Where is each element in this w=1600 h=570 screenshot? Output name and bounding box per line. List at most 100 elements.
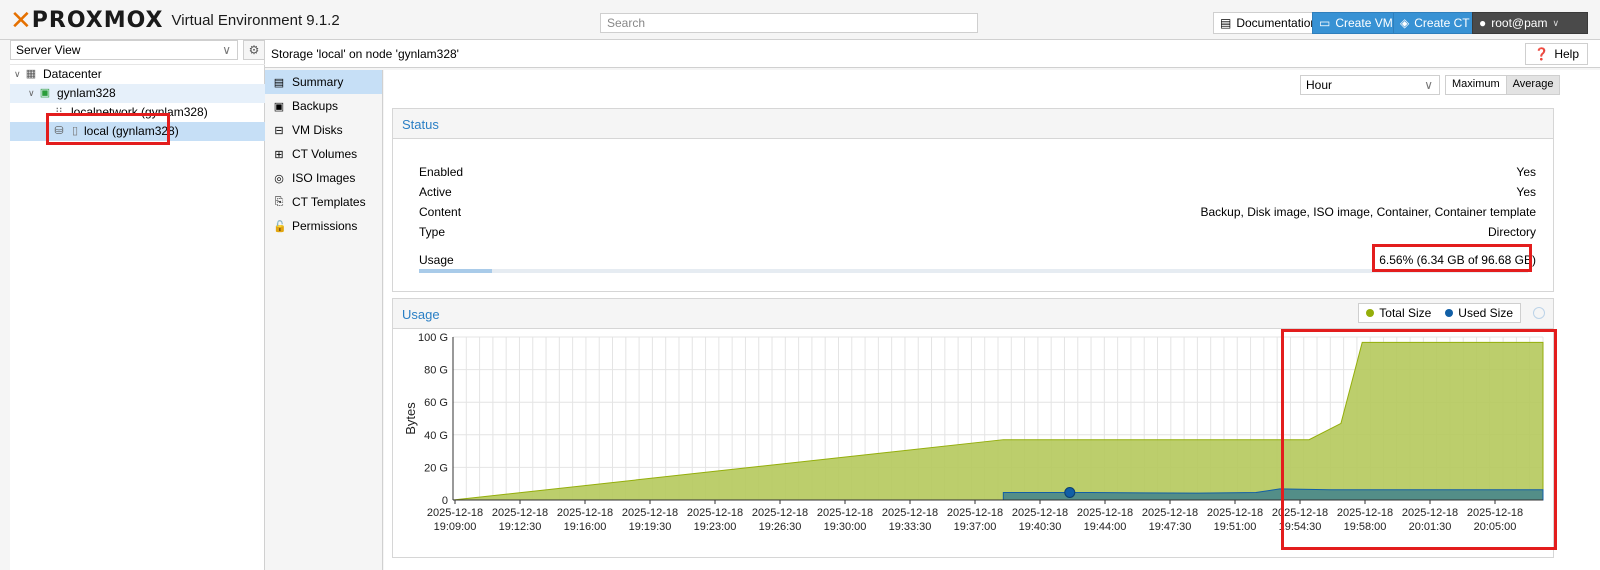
summary-content: Hour ∨ Maximum Average Status Enabled Yes… (384, 70, 1600, 570)
x-tick-label-time: 19:16:00 (564, 521, 607, 533)
usage-chart: 0 20 G 40 G 60 G 80 G 100 G Bytes 2025-12-18 19:… (403, 332, 1544, 533)
y-axis-label: Bytes (403, 402, 418, 435)
create-vm-button[interactable]: ▭ Create VM (1312, 12, 1400, 34)
x-tick-label-date: 2025-12-18 (687, 507, 743, 519)
timeframe-select[interactable]: Hour ∨ (1300, 75, 1440, 95)
x-tick-label-date: 2025-12-18 (947, 507, 1003, 519)
nav-permissions[interactable]: 🔓 Permissions (265, 214, 382, 238)
x-tick-label-date: 2025-12-18 (1337, 507, 1393, 519)
x-tick-label-date: 2025-12-18 (1207, 507, 1263, 519)
tree-item-datacenter[interactable]: ∨ ▦ Datacenter (10, 65, 265, 84)
x-tick-label-time: 19:44:00 (1084, 521, 1127, 533)
x-tick-label-date: 2025-12-18 (1142, 507, 1198, 519)
maximum-button[interactable]: Maximum (1446, 76, 1506, 94)
tree-item-node[interactable]: ∨ ▣ gynlam328 (10, 84, 265, 103)
x-tick-label-date: 2025-12-18 (427, 507, 483, 519)
x-tick-label-time: 19:12:30 (499, 521, 542, 533)
summary-toolbar: Hour ∨ Maximum Average (384, 70, 1600, 104)
legend-used-size[interactable]: Used Size (1438, 304, 1520, 322)
x-tick-label-time: 19:40:30 (1019, 521, 1062, 533)
usage-chart-panel: Usage Total Size Used Size 0 20 G 40 G 60 G… (392, 298, 1554, 558)
x-tick-label-date: 2025-12-18 (1012, 507, 1068, 519)
top-bar: ✕ PROXMOX Virtual Environment 9.1.2 Sear… (0, 0, 1600, 40)
expand-arrow-icon: ∨ (14, 69, 21, 79)
nav-vm-disks[interactable]: ⊟ VM Disks (265, 118, 382, 142)
x-tick-label-time: 19:37:00 (954, 521, 997, 533)
book-icon: ▤ (273, 76, 285, 89)
storage-icon: ▯ (71, 125, 79, 137)
disc-icon: ◎ (274, 172, 284, 185)
usage-progress-fill (419, 269, 492, 273)
search-input[interactable]: Search (600, 13, 978, 33)
status-row-usage: Usage 6.56% (6.34 GB of 96.68 GB) (419, 253, 1536, 267)
proxmox-logo-icon: ✕ (10, 6, 32, 36)
resource-tree-panel: Server View ∨ ⚙ ∨ ▦ Datacenter ∨ ▣ gynla… (10, 40, 265, 570)
gear-icon[interactable]: ⚙ (243, 40, 265, 60)
x-tick-label-time: 19:26:30 (759, 521, 802, 533)
chart-toggle-circle-icon[interactable] (1533, 307, 1545, 319)
x-tick-label-time: 19:23:00 (694, 521, 737, 533)
server-rack-icon: ▦ (25, 68, 37, 80)
documentation-button[interactable]: ▤ Documentation (1213, 12, 1325, 34)
tree-item-network[interactable]: ⁝⁝ localnetwork (gynlam328) (10, 103, 265, 122)
tree-item-storage[interactable]: ⛁ ▯ local (gynlam328) (10, 122, 265, 141)
status-row-content: Content Backup, Disk image, ISO image, Co… (419, 205, 1536, 219)
chart-legend: Total Size Used Size (1358, 303, 1521, 323)
x-tick-label-date: 2025-12-18 (817, 507, 873, 519)
nav-summary[interactable]: ▤ Summary (265, 70, 382, 94)
usage-progress-bar (419, 269, 1528, 273)
x-tick-label-time: 19:54:30 (1279, 521, 1322, 533)
nav-backups[interactable]: ▣ Backups (265, 94, 382, 118)
cube-icon: ◈ (1400, 16, 1410, 30)
create-ct-button[interactable]: ◈ Create CT (1393, 12, 1477, 34)
expand-arrow-icon: ∨ (28, 88, 35, 98)
x-tick-label-date: 2025-12-18 (1467, 507, 1523, 519)
product-version: Virtual Environment 9.1.2 (171, 12, 340, 29)
x-tick-label-date: 2025-12-18 (1077, 507, 1133, 519)
x-tick-label-date: 2025-12-18 (1272, 507, 1328, 519)
y-tick-label: 100 G (418, 332, 448, 344)
x-tick-label-time: 19:51:00 (1214, 521, 1257, 533)
average-button[interactable]: Average (1505, 76, 1560, 94)
x-tick-label-date: 2025-12-18 (492, 507, 548, 519)
user-menu-button[interactable]: ● root@pam ∨ (1472, 12, 1588, 34)
nav-iso-images[interactable]: ◎ ISO Images (265, 166, 382, 190)
x-tick-label-date: 2025-12-18 (1402, 507, 1458, 519)
y-tick-label: 80 G (424, 365, 448, 377)
x-tick-label-time: 19:47:30 (1149, 521, 1192, 533)
chevron-down-icon: ∨ (1424, 78, 1433, 92)
brand[interactable]: ✕ PROXMOX Virtual Environment 9.1.2 (10, 8, 340, 34)
help-button[interactable]: ❓ Help (1525, 43, 1588, 65)
status-row-type: Type Directory (419, 225, 1536, 239)
legend-dot-used (1445, 309, 1454, 317)
x-tick-label-time: 19:58:00 (1344, 521, 1387, 533)
chevron-down-icon: ∨ (1552, 17, 1560, 28)
book-icon: ▤ (1220, 16, 1232, 30)
ct-volume-icon: ⊞ (274, 148, 284, 161)
used-size-marker (1064, 487, 1076, 499)
resource-tree: ∨ ▦ Datacenter ∨ ▣ gynlam328 ⁝⁝ localnet… (10, 64, 265, 141)
x-tick-label-time: 19:19:30 (629, 521, 672, 533)
chevron-down-icon: ∨ (222, 43, 231, 57)
x-tick-label-date: 2025-12-18 (622, 507, 678, 519)
x-tick-label-date: 2025-12-18 (557, 507, 613, 519)
y-tick-label: 20 G (424, 462, 448, 474)
x-tick-label-time: 20:01:30 (1409, 521, 1452, 533)
database-icon: ⛁ (54, 125, 64, 137)
y-tick-label: 0 (442, 495, 448, 507)
legend-total-size[interactable]: Total Size (1359, 304, 1438, 322)
nav-ct-volumes[interactable]: ⊞ CT Volumes (265, 142, 382, 166)
y-tick-label: 60 G (424, 397, 448, 409)
x-tick-label-date: 2025-12-18 (752, 507, 808, 519)
proxmox-logo: PROXMOX (31, 8, 164, 33)
user-icon: ● (1479, 16, 1487, 30)
status-panel: Status Enabled Yes Active Yes Content Backu… (392, 108, 1554, 292)
network-icon: ⁝⁝ (55, 106, 63, 118)
page-title: Storage 'local' on node 'gynlam328' (271, 47, 459, 61)
x-tick-label-time: 20:05:00 (1474, 521, 1517, 533)
server-view-select[interactable]: Server View ∨ (10, 40, 238, 60)
nav-ct-templates[interactable]: ⎘ CT Templates (265, 190, 382, 214)
y-tick-label: 40 G (424, 430, 448, 442)
template-file-icon: ⎘ (274, 195, 284, 208)
status-heading: Status (393, 109, 1553, 139)
